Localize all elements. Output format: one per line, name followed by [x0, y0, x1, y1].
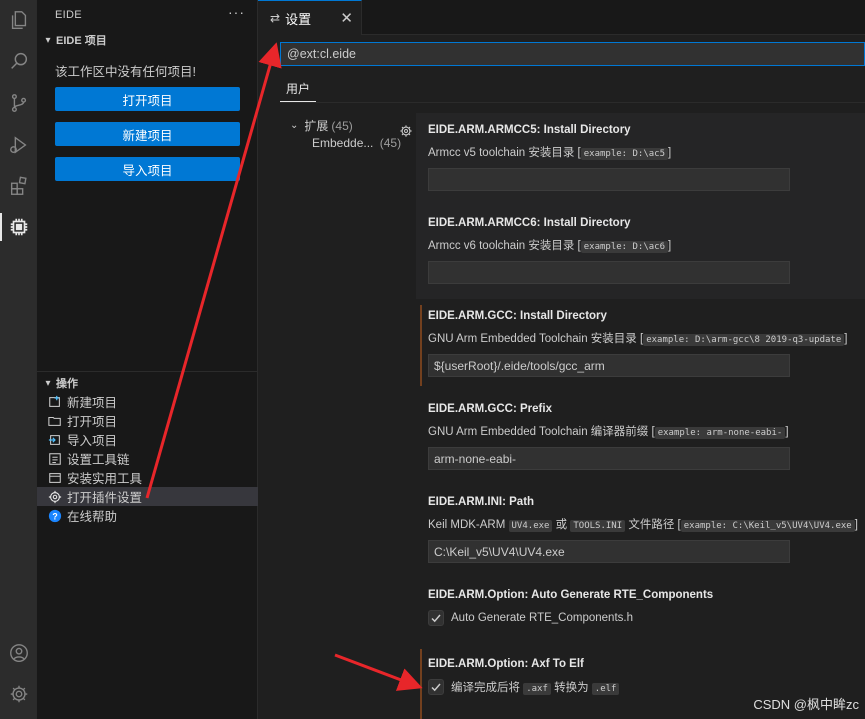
op-label: 打开插件设置: [67, 491, 143, 505]
section-divider: [37, 371, 258, 372]
armcc5-install-dir-input[interactable]: [428, 168, 790, 191]
toolchain-icon: [47, 451, 63, 467]
toc-ext-count: (45): [331, 118, 353, 133]
tab-label: 设置: [285, 11, 312, 27]
manage-gear-icon[interactable]: [0, 674, 37, 714]
extensions-icon[interactable]: [0, 166, 37, 206]
toc-sub-count: (45): [379, 136, 402, 150]
empty-workspace-message: 该工作区中没有任何项目!: [55, 65, 196, 79]
toc-embedded[interactable]: Embedde... (45): [312, 136, 401, 150]
svg-text:?: ?: [52, 511, 57, 521]
settings-search-input[interactable]: @ext:cl.eide: [280, 42, 865, 66]
scope-divider: [280, 102, 865, 103]
op-open-project[interactable]: 打开项目: [37, 411, 258, 430]
setting-gear-icon[interactable]: [399, 124, 413, 138]
op-setup-toolchain[interactable]: 设置工具链: [37, 449, 258, 468]
explorer-icon[interactable]: [0, 0, 37, 40]
op-label: 在线帮助: [67, 510, 118, 524]
import-project-button[interactable]: 导入项目: [55, 157, 240, 181]
ops-section-label: 操作: [56, 378, 78, 390]
activity-bar: [0, 0, 37, 719]
open-project-icon: [47, 413, 63, 429]
project-section-header[interactable]: ▾ EIDE 项目: [37, 31, 258, 49]
setting-title: EIDE.ARM.GCC: Install Directory: [428, 310, 607, 322]
setting-description: GNU Arm Embedded Toolchain 安装目录 [example…: [428, 333, 848, 346]
op-label: 安装实用工具: [67, 472, 143, 486]
auto-generate-rte-checkbox[interactable]: Auto Generate RTE_Components.h: [428, 610, 633, 626]
axf-to-elf-checkbox[interactable]: 编译完成后将 .axf 转换为 .elf: [428, 679, 620, 695]
setting-armcc5-install-dir: EIDE.ARM.ARMCC5: Install Directory Armcc…: [416, 113, 865, 206]
tab-user[interactable]: 用户: [286, 80, 310, 97]
new-project-button[interactable]: 新建项目: [55, 122, 240, 146]
settings-editor: @ext:cl.eide 用户 ⌄ 扩展 (45) Embedde... (45…: [258, 35, 865, 719]
op-import-project[interactable]: 导入项目: [37, 430, 258, 449]
setting-description: Armcc v5 toolchain 安装目录 [example: D:\ac5…: [428, 147, 672, 160]
setting-gcc-prefix: EIDE.ARM.GCC: Prefix GNU Arm Embedded To…: [416, 392, 865, 485]
op-label: 导入项目: [67, 434, 118, 448]
op-open-plugin-settings[interactable]: 打开插件设置: [37, 487, 258, 506]
gear-icon: [47, 489, 63, 505]
op-new-project[interactable]: 新建项目: [37, 392, 258, 411]
import-project-icon: [47, 432, 63, 448]
checkbox-label: 编译完成后将 .axf 转换为 .elf: [451, 679, 620, 695]
setting-title: EIDE.ARM.ARMCC6: Install Directory: [428, 217, 631, 229]
tab-settings[interactable]: ⇄ 设置 ✕: [258, 0, 362, 35]
source-control-icon[interactable]: [0, 83, 37, 123]
sidebar: EIDE ··· ▾ EIDE 项目 该工作区中没有任何项目! 打开项目 新建项…: [37, 0, 258, 719]
chevron-down-icon: ▾: [45, 34, 51, 46]
close-icon[interactable]: ✕: [340, 9, 353, 27]
toc-extensions[interactable]: ⌄ 扩展 (45): [290, 117, 353, 134]
csdn-watermark: CSDN @枫中眸zc: [753, 697, 859, 712]
setting-description: Keil MDK-ARM UV4.exe 或 TOOLS.INI 文件路径 [e…: [428, 519, 858, 532]
op-label: 新建项目: [67, 396, 118, 410]
op-label: 打开项目: [67, 415, 118, 429]
ini-path-input[interactable]: C:\Keil_v5\UV4\UV4.exe: [428, 540, 790, 563]
toc-ext-label: 扩展: [304, 119, 329, 133]
setting-title: EIDE.ARM.Option: Axf To Elf: [428, 658, 584, 670]
more-actions-icon[interactable]: ···: [228, 4, 245, 20]
setting-title: EIDE.ARM.INI: Path: [428, 496, 535, 508]
eide-chip-icon[interactable]: [0, 207, 37, 247]
editor-tab-bar: ⇄ 设置 ✕: [258, 0, 865, 35]
gcc-prefix-input[interactable]: arm-none-eabi-: [428, 447, 790, 470]
setting-description: Armcc v6 toolchain 安装目录 [example: D:\ac6…: [428, 240, 672, 253]
install-tools-icon: [47, 470, 63, 486]
open-project-button[interactable]: 打开项目: [55, 87, 240, 111]
new-project-icon: [47, 394, 63, 410]
chevron-down-icon: ▾: [45, 377, 51, 389]
sidebar-title: EIDE: [55, 9, 82, 21]
setting-auto-generate-rte: EIDE.ARM.Option: Auto Generate RTE_Compo…: [416, 578, 865, 647]
checkmark-icon[interactable]: [428, 610, 444, 626]
setting-title: EIDE.ARM.Option: Auto Generate RTE_Compo…: [428, 589, 714, 601]
op-label: 设置工具链: [67, 453, 130, 467]
project-section-label: EIDE 项目: [56, 35, 107, 47]
account-icon[interactable]: [0, 633, 37, 673]
checkmark-icon[interactable]: [428, 679, 444, 695]
setting-title: EIDE.ARM.ARMCC5: Install Directory: [428, 124, 631, 136]
run-debug-icon[interactable]: [0, 125, 37, 165]
op-install-tools[interactable]: 安装实用工具: [37, 468, 258, 487]
setting-armcc6-install-dir: EIDE.ARM.ARMCC6: Install Directory Armcc…: [416, 206, 865, 299]
setting-description: GNU Arm Embedded Toolchain 编译器前缀 [exampl…: [428, 426, 789, 439]
setting-ini-path: EIDE.ARM.INI: Path Keil MDK-ARM UV4.exe …: [416, 485, 865, 578]
toc-sub-label: Embedde...: [312, 136, 374, 150]
ops-section-header[interactable]: ▾ 操作: [37, 374, 258, 392]
settings-list: EIDE.ARM.ARMCC5: Install Directory Armcc…: [416, 113, 865, 719]
settings-tab-icon: ⇄: [270, 11, 281, 25]
armcc6-install-dir-input[interactable]: [428, 261, 790, 284]
setting-gcc-install-dir: EIDE.ARM.GCC: Install Directory GNU Arm …: [416, 299, 865, 392]
gcc-install-dir-input[interactable]: ${userRoot}/.eide/tools/gcc_arm: [428, 354, 790, 377]
setting-title: EIDE.ARM.GCC: Prefix: [428, 403, 552, 415]
checkbox-label: Auto Generate RTE_Components.h: [451, 612, 633, 624]
search-icon[interactable]: [0, 41, 37, 81]
chevron-down-icon: ⌄: [290, 120, 299, 131]
help-icon: ?: [47, 508, 63, 524]
op-online-help[interactable]: ? 在线帮助: [37, 506, 258, 525]
